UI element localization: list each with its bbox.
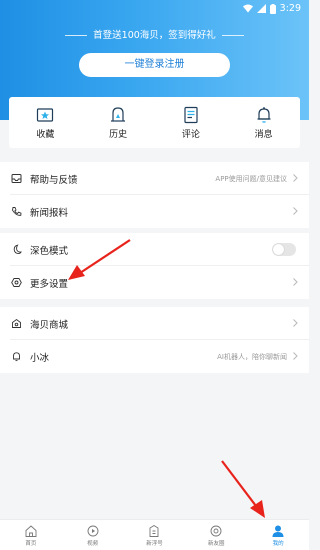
dark-mode-label: 深色模式 <box>30 245 69 257</box>
xiaobing-row[interactable]: 小冰 AI机器人，陪你聊新闻 <box>0 340 309 373</box>
settings-group-help: 帮助与反馈 APP使用问题/意见建议 新闻报料 <box>0 162 309 228</box>
dark-mode-row: 深色模式 <box>0 233 309 266</box>
promo-text: 首登送100海贝，签到得好礼 <box>93 30 216 41</box>
status-bar: 3:29 <box>0 0 309 18</box>
tab-label: 新友圈 <box>208 540 225 547</box>
history-icon <box>111 106 126 122</box>
media-icon <box>150 524 159 537</box>
news-tip-label: 新闻报料 <box>30 207 69 219</box>
more-settings-row[interactable]: 更多设置 <box>0 266 309 299</box>
video-icon <box>87 525 99 536</box>
status-time: 3:29 <box>279 3 301 14</box>
tab-media[interactable]: 新浮号 <box>134 524 174 547</box>
signal-icon <box>256 4 266 13</box>
help-feedback-hint: APP使用问题/意见建议 <box>215 174 287 183</box>
tab-label: 首页 <box>25 540 37 547</box>
promo-dash-left <box>65 35 88 36</box>
star-folder-icon <box>37 107 54 122</box>
home-icon <box>25 524 37 537</box>
shop-icon <box>10 318 22 330</box>
chevron-right-icon <box>293 207 298 215</box>
quick-action-label: 评论 <box>181 129 200 140</box>
help-feedback-row[interactable]: 帮助与反馈 APP使用问题/意见建议 <box>0 162 309 195</box>
community-icon <box>210 525 222 536</box>
tab-label: 视频 <box>87 540 99 547</box>
inbox-icon <box>10 173 22 185</box>
xiaobing-hint: AI机器人，陪你聊新闻 <box>217 352 287 361</box>
shop-label: 海贝商城 <box>30 319 69 331</box>
quick-action-comments[interactable]: 评论 <box>161 106 221 140</box>
annotation-arrow-profile-tab <box>221 460 265 518</box>
more-settings-label: 更多设置 <box>30 278 69 290</box>
bottom-tab-bar: 首页 视频 新浮号 新友圈 我的 <box>0 519 309 550</box>
chevron-right-icon <box>293 174 298 182</box>
quick-action-messages[interactable]: 消息 <box>234 106 294 140</box>
phone-icon <box>10 206 22 218</box>
chevron-right-icon <box>293 278 298 286</box>
quick-actions-card: 收藏 历史 评论 消息 <box>9 97 300 148</box>
quick-action-label: 消息 <box>254 129 273 140</box>
battery-icon <box>269 3 276 14</box>
moon-icon <box>10 244 22 256</box>
xiaobing-label: 小冰 <box>30 352 50 364</box>
comment-icon <box>184 106 198 123</box>
quick-action-favorites[interactable]: 收藏 <box>15 106 75 140</box>
wifi-icon <box>242 4 253 13</box>
shop-row[interactable]: 海贝商城 <box>0 307 309 340</box>
profile-icon <box>272 525 284 537</box>
chevron-right-icon <box>293 319 298 327</box>
dark-mode-toggle[interactable] <box>272 243 296 256</box>
toggle-knob <box>273 244 284 255</box>
tab-home[interactable]: 首页 <box>11 524 51 547</box>
bell-icon <box>10 351 22 363</box>
tab-label: 我的 <box>272 540 284 547</box>
one-click-login-button[interactable]: 一键登录注册 <box>79 53 230 77</box>
tab-label: 新浮号 <box>146 540 163 547</box>
quick-action-history[interactable]: 历史 <box>88 106 148 140</box>
promo-line: 首登送100海贝，签到得好礼 <box>0 27 309 41</box>
settings-group-display: 深色模式 更多设置 <box>0 233 309 299</box>
settings-group-services: 海贝商城 小冰 AI机器人，陪你聊新闻 <box>0 307 309 373</box>
tab-video[interactable]: 视频 <box>73 524 113 547</box>
bell-icon <box>257 106 271 123</box>
quick-action-label: 收藏 <box>36 129 55 140</box>
news-tip-row[interactable]: 新闻报料 <box>0 195 309 228</box>
quick-action-label: 历史 <box>109 129 128 140</box>
tab-profile[interactable]: 我的 <box>258 524 298 547</box>
tab-community[interactable]: 新友圈 <box>196 524 236 547</box>
help-feedback-label: 帮助与反馈 <box>30 174 78 186</box>
promo-dash-right <box>221 35 244 36</box>
chevron-right-icon <box>293 352 298 360</box>
settings-hexagon-icon <box>10 277 22 289</box>
